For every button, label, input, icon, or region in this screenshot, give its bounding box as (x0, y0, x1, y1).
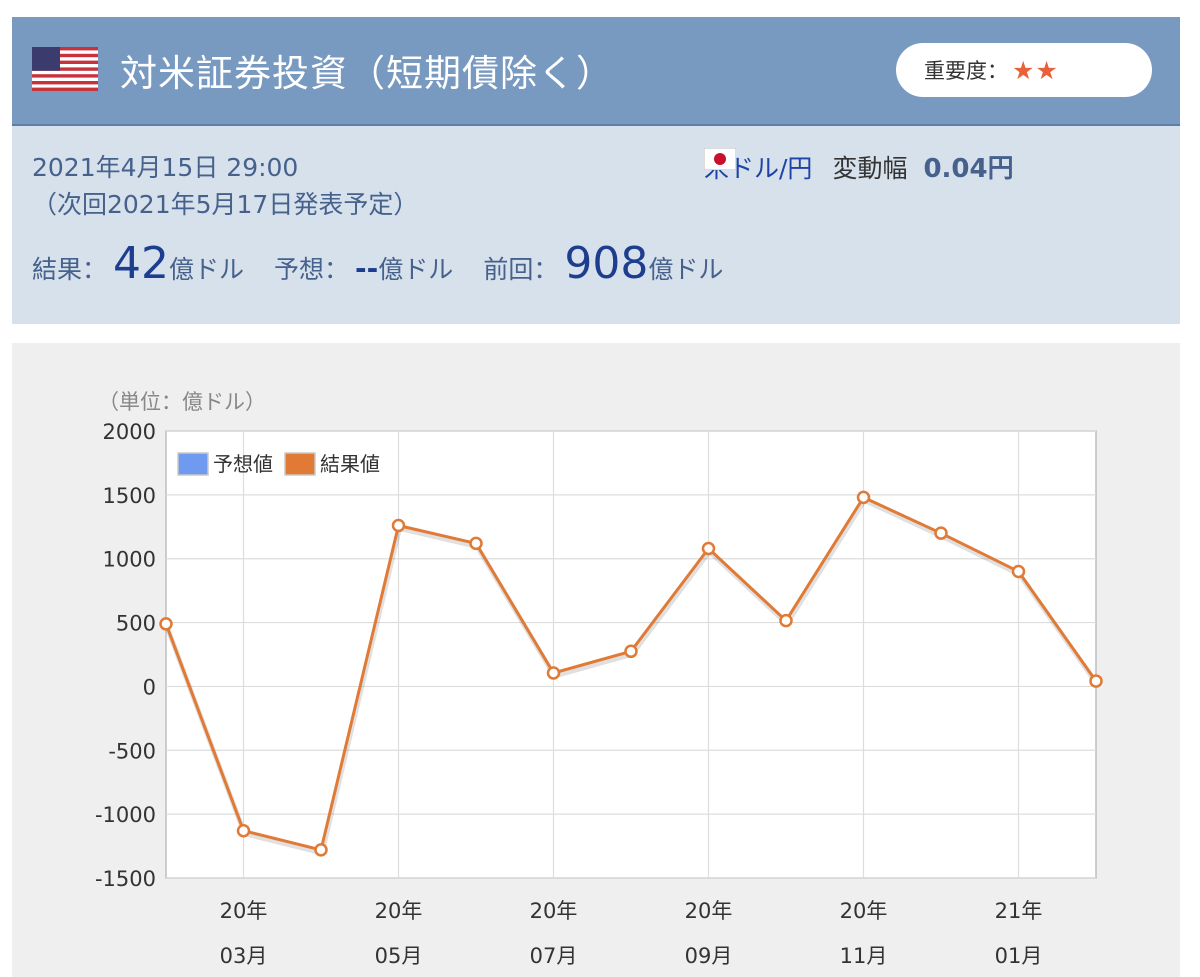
result-data-point (546, 666, 561, 680)
y-tick-label: -1000 (95, 803, 156, 827)
importance-badge: 重要度： ★★ (896, 43, 1152, 97)
importance-stars: ★★ (1012, 55, 1059, 85)
unit-label: （単位：億ドル） (98, 390, 266, 414)
y-tick-label: 0 (143, 675, 156, 699)
x-tick-year: 20年 (220, 899, 268, 923)
currency-pair: 米ドル/円 変動幅 0.04円 (704, 148, 1014, 185)
result-data-point (1089, 674, 1103, 688)
forecast-label: 予想： (274, 255, 350, 284)
x-tick-year: 21年 (995, 899, 1043, 923)
result-data-point (701, 541, 716, 556)
info-panel: 2021年4月15日 29:00 （次回2021年5月17日発表予定） 米ドル/… (12, 126, 1180, 324)
forecast-value: -- (355, 252, 379, 285)
result-data-point (624, 644, 638, 659)
x-tick-month: 03月 (220, 944, 268, 968)
result-data-point (391, 518, 406, 533)
result-data-point (779, 613, 793, 628)
importance-label: 重要度： (924, 59, 1008, 83)
result-data-point (159, 617, 173, 631)
results-row: 結果： 42 億ドル 予想： -- 億ドル 前回： 908 億ドル (32, 238, 753, 289)
y-tick-label: 1000 (103, 548, 156, 572)
x-tick-year: 20年 (530, 899, 578, 923)
header-bar: 対米証券投資（短期債除く） 重要度： ★★ (12, 17, 1180, 126)
y-tick-label: 1500 (103, 484, 156, 508)
x-tick-month: 05月 (375, 944, 423, 968)
result-data-point (469, 536, 483, 551)
legend-result-swatch (284, 452, 316, 476)
x-tick-year: 20年 (375, 899, 423, 923)
result-data-point (934, 526, 948, 540)
jp-flag-icon (704, 148, 736, 170)
x-tick-year: 20年 (685, 899, 733, 923)
y-tick-label: 2000 (103, 420, 156, 444)
result-label: 結果： (32, 255, 108, 284)
previous-unit: 億ドル (648, 255, 724, 284)
x-tick-year: 20年 (840, 899, 888, 923)
previous-label: 前回： (483, 255, 559, 284)
result-data-point (236, 823, 251, 838)
x-tick-month: 09月 (685, 944, 733, 968)
line-chart: （単位：億ドル） 2000150010005000-500-1000-1500 … (95, 390, 1103, 968)
release-date: 2021年4月15日 29:00 (32, 153, 299, 182)
legend-forecast-swatch (177, 452, 209, 476)
forecast-unit: 億ドル (378, 255, 454, 284)
result-data-point (314, 843, 328, 857)
x-tick-month: 01月 (995, 944, 1043, 968)
previous-value: 908 (564, 238, 649, 289)
legend-result-label: 結果値 (320, 452, 380, 476)
volatility-value: 0.04円 (923, 154, 1014, 184)
result-data-point (1011, 564, 1026, 579)
result-unit: 億ドル (169, 255, 245, 284)
y-tick-label: 500 (116, 612, 156, 636)
next-release: （次回2021年5月17日発表予定） (32, 190, 419, 219)
us-flag-icon (32, 47, 98, 91)
y-tick-label: -1500 (95, 867, 156, 891)
x-tick-month: 07月 (530, 944, 578, 968)
x-tick-month: 11月 (840, 944, 888, 968)
result-value: 42 (113, 238, 170, 289)
volatility-label: 変動幅 (832, 153, 908, 183)
y-tick-label: -500 (108, 739, 156, 763)
chart-panel: （単位：億ドル） 2000 1500 1000 500 0 -500 -1000 -1500 … (12, 343, 1180, 977)
page-title: 対米証券投資（短期債除く） (120, 52, 614, 95)
legend-forecast-label: 予想値 (213, 452, 273, 476)
result-data-point (856, 490, 871, 505)
